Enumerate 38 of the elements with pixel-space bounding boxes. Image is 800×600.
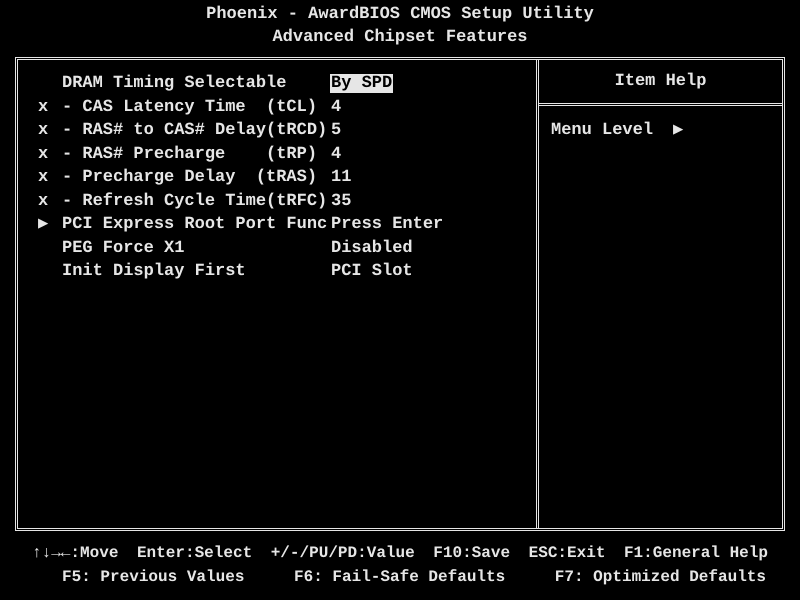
setting-label[interactable]: Init Display First [62, 260, 330, 284]
key-hint: ↑↓→←:Move [32, 543, 118, 564]
setting-value[interactable]: 35 [330, 192, 352, 210]
key-hint: F10:Save [433, 543, 510, 564]
key-hint: ESC:Exit [528, 543, 606, 564]
row-marker: x [38, 121, 48, 140]
setting-value[interactable]: By SPD [330, 74, 394, 93]
setting-label[interactable]: PCI Express Root Port Func [62, 213, 330, 236]
screen-subtitle: Advanced Chipset Features [272, 27, 528, 49]
setting-value[interactable]: 4 [330, 98, 342, 116]
row-marker: x [38, 192, 48, 210]
setting-label[interactable]: - Precharge Delay (tRAS) [62, 166, 330, 190]
row-marker: x [38, 98, 48, 116]
setting-label[interactable]: - Refresh Cycle Time(tRFC) [62, 190, 330, 213]
row-marker: x [38, 144, 48, 164]
setting-value[interactable]: PCI Slot [330, 262, 414, 281]
setting-label[interactable]: - RAS# to CAS# Delay(tRCD) [62, 119, 330, 142]
key-hint: F1:General Help [624, 543, 768, 564]
setting-value[interactable]: Press Enter [330, 215, 444, 234]
setting-value[interactable]: 4 [330, 144, 342, 164]
key-hint: +/-/PU/PD:Value [270, 543, 415, 564]
setting-value[interactable]: Disabled [330, 238, 414, 258]
key-hint: Enter:Select [136, 543, 252, 564]
setting-label[interactable]: - RAS# Precharge (tRP) [62, 142, 330, 166]
key-hint: F5: Previous Values [62, 567, 244, 588]
setting-value[interactable]: 5 [330, 121, 342, 140]
menu-level-label: Menu Level [551, 120, 654, 142]
menu-level-marker: ▶ [673, 120, 684, 142]
setting-label[interactable]: PEG Force X1 [62, 236, 330, 260]
row-marker: x [38, 168, 48, 187]
setting-label[interactable]: DRAM Timing Selectable [62, 72, 330, 96]
row-marker: ▶ [38, 215, 48, 234]
setting-value[interactable]: 11 [330, 168, 352, 187]
setting-label[interactable]: - CAS Latency Time (tCL) [62, 96, 330, 119]
screen-title: Phoenix - AwardBIOS CMOS Setup Utility [206, 4, 594, 26]
help-title: Item Help [614, 70, 706, 93]
key-hint: F6: Fail-Safe Defaults [294, 567, 506, 588]
key-hint: F7: Optimized Defaults [554, 567, 766, 588]
